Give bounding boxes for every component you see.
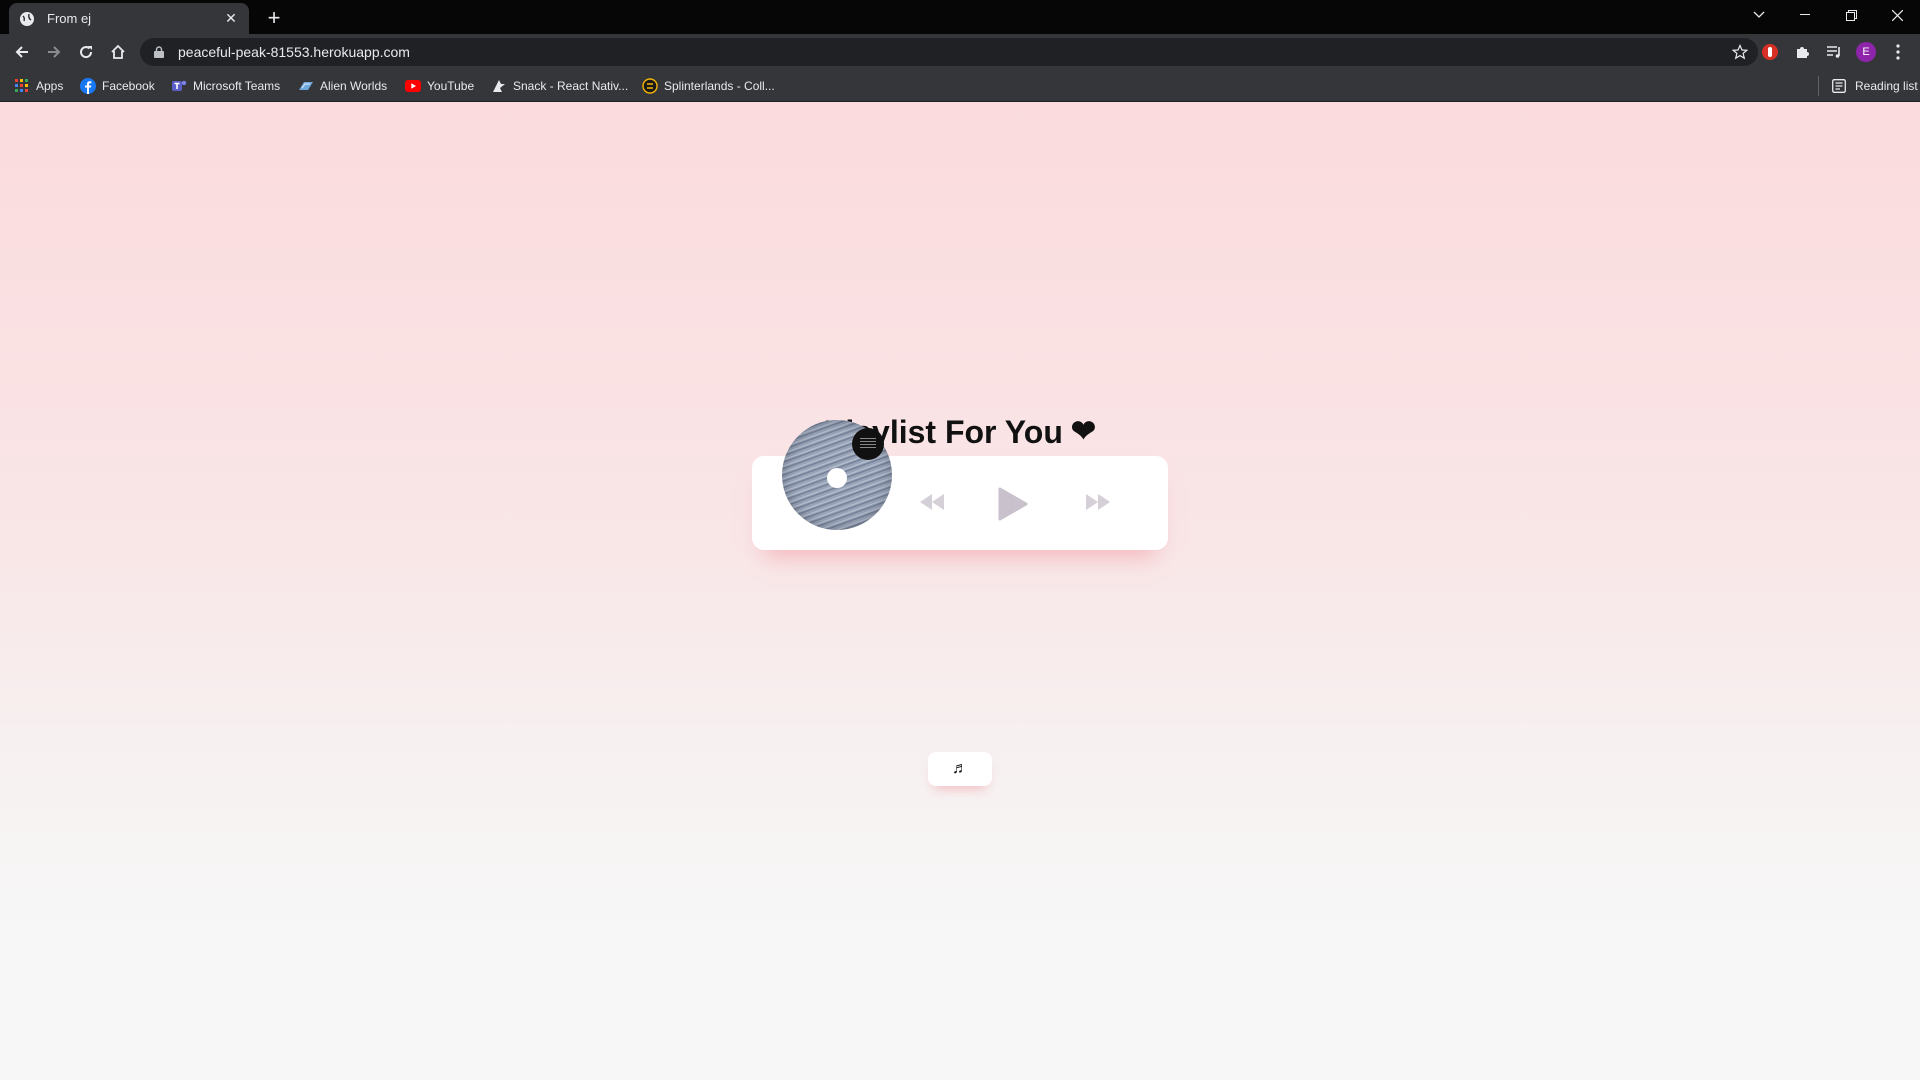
youtube-icon [405,78,421,94]
disc-label-icon [852,428,884,460]
teams-icon [171,78,187,94]
bookmark-splinterlands[interactable]: Splinterlands - Coll... [642,76,775,96]
page-title: Playlist For You ❤ [0,414,1920,451]
close-tab-icon[interactable]: ✕ [223,10,239,27]
bookmark-label: Microsoft Teams [193,79,281,93]
restore-button[interactable] [1828,0,1874,30]
tab-title: From ej [47,11,92,26]
splinterlands-icon [642,78,658,94]
bookmark-label: Splinterlands - Coll... [664,79,775,93]
album-disc [782,420,892,530]
bookmark-microsoft-teams[interactable]: Microsoft Teams [171,76,280,96]
bookmark-label: YouTube [427,79,475,93]
tab-search-icon[interactable] [1736,0,1782,30]
snack-icon [491,78,507,94]
browser-tab-strip: From ej ✕ + [0,0,1920,34]
next-track-button[interactable] [1082,484,1114,520]
profile-avatar[interactable]: E [1856,42,1876,62]
minimize-button[interactable] [1782,0,1828,30]
bookmark-youtube[interactable]: YouTube [405,76,474,96]
bookmark-label: Facebook [102,79,155,93]
disc-center-hole [827,468,847,488]
bookmarks-bar: Apps Facebook Microsoft Teams Alien Worl… [0,70,1920,102]
browser-toolbar: peaceful-peak-81553.herokuapp.com [0,34,1920,70]
media-control-icon[interactable] [1824,42,1844,62]
page-body: Playlist For You ❤ [0,102,1920,1080]
heart-icon: ❤ [1070,415,1096,448]
fast-forward-icon [1086,494,1110,510]
reading-list-icon [1831,78,1847,94]
reading-list-label: Reading list [1855,79,1918,93]
new-tab-button[interactable]: + [262,6,286,30]
address-bar[interactable]: peaceful-peak-81553.herokuapp.com [140,38,1758,66]
bookmark-label: Apps [36,79,64,93]
previous-track-button[interactable] [916,484,948,520]
bookmark-facebook[interactable]: Facebook [80,76,155,96]
bookmark-alien-worlds[interactable]: Alien Worlds [298,76,387,96]
facebook-icon [80,78,96,94]
browser-tab[interactable]: From ej ✕ [9,3,249,34]
bookmark-star-icon[interactable] [1731,44,1749,60]
play-icon [998,487,1028,521]
bookmark-snack[interactable]: Snack - React Nativ... [491,76,628,96]
bookmark-label: Snack - React Nativ... [513,79,629,93]
music-note-button[interactable]: ♬ [928,752,992,786]
url-text: peaceful-peak-81553.herokuapp.com [178,44,410,60]
home-icon[interactable] [106,40,130,64]
reading-list-button[interactable]: Reading list [1818,76,1918,96]
forward-icon[interactable] [42,40,66,64]
extensions-puzzle-icon[interactable] [1792,42,1812,62]
close-window-button[interactable] [1874,0,1920,30]
play-button[interactable] [995,484,1031,524]
rewind-icon [920,494,944,510]
reload-icon[interactable] [74,40,98,64]
apps-grid-icon [14,78,30,94]
lock-icon[interactable] [152,45,166,59]
alien-worlds-icon [298,78,314,94]
bookmark-apps[interactable]: Apps [14,76,63,96]
back-icon[interactable] [10,40,34,64]
music-note-icon: ♬ [952,760,968,777]
chrome-menu-icon[interactable] [1888,42,1908,62]
bookmark-label: Alien Worlds [320,79,388,93]
extension-red-icon[interactable] [1760,42,1780,62]
globe-icon [19,11,35,27]
